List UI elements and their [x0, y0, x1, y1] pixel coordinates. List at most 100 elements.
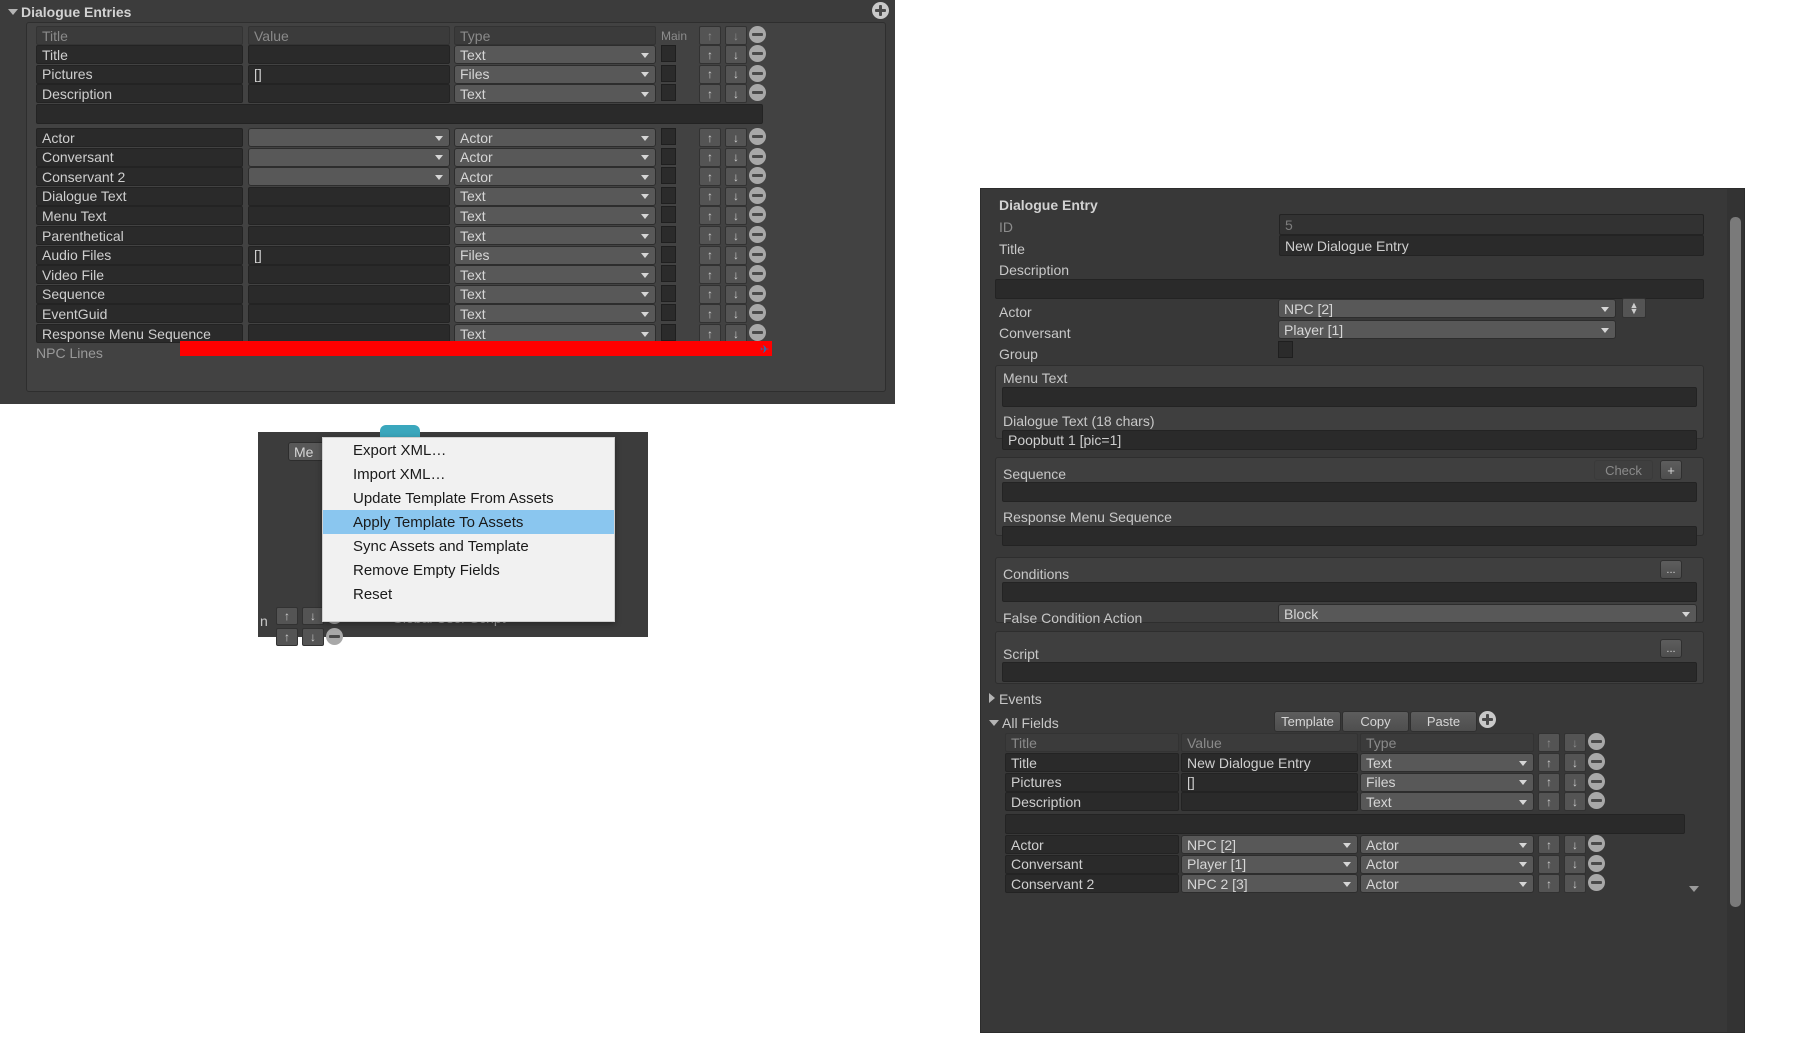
- table-header-down-button[interactable]: ↓: [1564, 733, 1586, 752]
- actor-stepper[interactable]: ▲ ▼: [1622, 298, 1646, 318]
- row-type-dropdown[interactable]: Text: [454, 45, 656, 64]
- row-main-checkbox[interactable]: [661, 84, 676, 102]
- row-move-up-button[interactable]: ↑: [699, 167, 721, 187]
- row-title-field[interactable]: Sequence: [36, 284, 243, 304]
- row-move-down-button[interactable]: ↓: [725, 226, 747, 245]
- paste-button[interactable]: Paste: [1410, 711, 1477, 732]
- row-title-field[interactable]: Video File: [36, 265, 243, 285]
- row-move-down-button[interactable]: ↓: [725, 186, 747, 206]
- row-remove-button[interactable]: [1588, 792, 1605, 810]
- row-main-checkbox[interactable]: [661, 324, 676, 341]
- row-remove-button[interactable]: [749, 245, 766, 263]
- row-title-field[interactable]: Conversant: [36, 147, 243, 167]
- row-value-field[interactable]: [248, 186, 450, 206]
- row-type-dropdown[interactable]: Files: [454, 245, 656, 265]
- row-move-down-button[interactable]: ↓: [725, 147, 747, 167]
- row-title-field[interactable]: Audio Files: [36, 245, 243, 265]
- context-menu-item[interactable]: Reset: [323, 582, 614, 606]
- row-type-dropdown[interactable]: Text: [1360, 792, 1534, 812]
- row-title-field[interactable]: Title: [36, 45, 243, 64]
- context-menu-item[interactable]: Remove Empty Fields: [323, 558, 614, 582]
- row-remove-button[interactable]: [749, 186, 766, 204]
- row-move-down-button[interactable]: ↓: [1564, 792, 1586, 812]
- context-menu-item[interactable]: Import XML…: [323, 462, 614, 486]
- script-field[interactable]: [1002, 662, 1697, 682]
- row-move-up-button[interactable]: ↑: [1538, 874, 1560, 894]
- row-move-up-button[interactable]: ↑: [699, 84, 721, 104]
- row-value-field[interactable]: [248, 45, 450, 64]
- description-value-area[interactable]: [36, 104, 763, 124]
- row-main-checkbox[interactable]: [661, 284, 676, 302]
- actor-dropdown[interactable]: NPC [2]: [1278, 299, 1616, 318]
- row-move-up-button[interactable]: ↑: [699, 64, 721, 84]
- row-move-up-button[interactable]: ↑: [699, 265, 721, 285]
- row-move-down-button[interactable]: ↓: [725, 245, 747, 265]
- row-move-down-button[interactable]: ↓: [725, 64, 747, 84]
- row-value-field[interactable]: [248, 226, 450, 245]
- row-value-field[interactable]: New Dialogue Entry: [1181, 753, 1358, 772]
- row-main-checkbox[interactable]: [661, 206, 676, 224]
- row-move-up-button[interactable]: ↑: [1538, 854, 1560, 874]
- row-title-field[interactable]: Parenthetical: [36, 226, 243, 245]
- row-main-checkbox[interactable]: [661, 265, 676, 283]
- behind-remove-button-2[interactable]: [326, 628, 343, 645]
- response-menu-sequence-field[interactable]: [1002, 526, 1697, 546]
- script-more-button[interactable]: ...: [1660, 639, 1682, 658]
- false-condition-action-dropdown[interactable]: Block: [1278, 604, 1697, 623]
- behind-up-button-2[interactable]: ↑: [276, 628, 298, 646]
- row-type-dropdown[interactable]: Actor: [1360, 854, 1534, 874]
- row-remove-button[interactable]: [1588, 772, 1605, 790]
- row-type-dropdown[interactable]: Text: [454, 265, 656, 285]
- row-type-dropdown[interactable]: Files: [454, 64, 656, 84]
- row-remove-button[interactable]: [749, 128, 766, 145]
- group-checkbox[interactable]: [1278, 341, 1293, 358]
- row-type-dropdown[interactable]: Text: [454, 304, 656, 324]
- row-main-checkbox[interactable]: [661, 245, 676, 263]
- row-value-field[interactable]: [248, 206, 450, 226]
- description-field[interactable]: [995, 279, 1704, 299]
- row-title-field[interactable]: Actor: [1005, 835, 1179, 854]
- row-move-up-button[interactable]: ↑: [699, 147, 721, 167]
- table-header-remove-button[interactable]: [749, 26, 766, 43]
- row-move-up-button[interactable]: ↑: [699, 304, 721, 324]
- row-title-field[interactable]: Dialogue Text: [36, 186, 243, 206]
- table-header-remove-button[interactable]: [1588, 733, 1605, 750]
- row-title-field[interactable]: Conversant: [1005, 854, 1179, 874]
- row-main-checkbox[interactable]: [661, 304, 676, 322]
- row-value-dropdown[interactable]: [248, 147, 450, 167]
- row-remove-button[interactable]: [749, 64, 766, 82]
- row-move-down-button[interactable]: ↓: [725, 84, 747, 104]
- row-title-field[interactable]: Title: [1005, 753, 1179, 772]
- conditions-more-button[interactable]: ...: [1660, 560, 1682, 579]
- row-remove-button[interactable]: [1588, 753, 1605, 770]
- row-value-field[interactable]: [248, 284, 450, 304]
- row-value-dropdown[interactable]: NPC 2 [3]: [1181, 874, 1358, 894]
- sequence-check-button[interactable]: Check: [1594, 460, 1653, 480]
- behind-up-button[interactable]: ↑: [276, 607, 298, 625]
- row-value-field[interactable]: []: [248, 64, 450, 84]
- row-main-checkbox[interactable]: [661, 64, 676, 82]
- row-remove-button[interactable]: [749, 284, 766, 302]
- conditions-field[interactable]: [1002, 582, 1697, 602]
- row-move-up-button[interactable]: ↑: [699, 284, 721, 304]
- row-move-up-button[interactable]: ↑: [1538, 753, 1560, 772]
- row-value-field[interactable]: [248, 304, 450, 324]
- add-field-button[interactable]: [1479, 711, 1496, 728]
- row-move-up-button[interactable]: ↑: [699, 45, 721, 64]
- sequence-field[interactable]: [1002, 482, 1697, 502]
- dialogue-entries-foldout[interactable]: Dialogue Entries: [8, 4, 131, 22]
- table-header-up-button[interactable]: ↑: [699, 26, 721, 45]
- row-value-field[interactable]: [248, 265, 450, 285]
- row-type-dropdown[interactable]: Actor: [1360, 874, 1534, 894]
- row-main-checkbox[interactable]: [661, 45, 676, 62]
- row-remove-button[interactable]: [749, 147, 766, 165]
- table-header-up-button[interactable]: ↑: [1538, 733, 1560, 752]
- row-remove-button[interactable]: [749, 45, 766, 62]
- row-move-down-button[interactable]: ↓: [725, 128, 747, 147]
- row-type-dropdown[interactable]: Actor: [454, 128, 656, 147]
- context-menu-item[interactable]: Update Template From Assets: [323, 486, 614, 510]
- row-title-field[interactable]: Conservant 2: [36, 167, 243, 187]
- row-remove-button[interactable]: [749, 226, 766, 243]
- row-type-dropdown[interactable]: Text: [454, 226, 656, 245]
- inspector-scrollbar-thumb[interactable]: [1730, 217, 1741, 907]
